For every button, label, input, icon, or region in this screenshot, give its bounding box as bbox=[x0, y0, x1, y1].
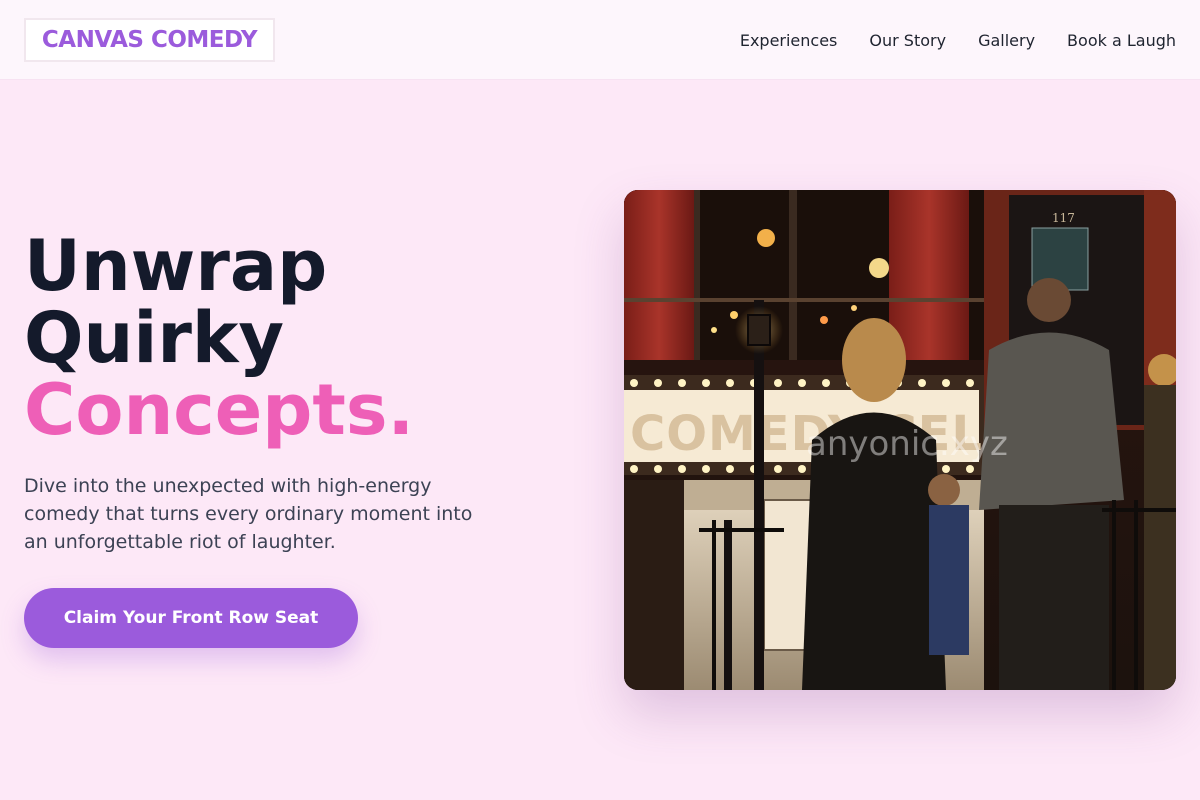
claim-front-row-seat-button[interactable]: Claim Your Front Row Seat bbox=[24, 588, 358, 648]
nav-link-book-a-laugh[interactable]: Book a Laugh bbox=[1067, 31, 1176, 50]
hero-description: Dive into the unexpected with high-energ… bbox=[24, 475, 473, 553]
logo[interactable]: CANVAS COMEDY bbox=[24, 18, 275, 62]
comedy-club-photo: 117 COMEDY CELLAR bbox=[624, 190, 1176, 690]
hero-title-line-2: Quirky bbox=[24, 297, 285, 379]
image-watermark: anyonic.xyz bbox=[806, 424, 1008, 464]
hero-image: 117 COMEDY CELLAR bbox=[624, 190, 1176, 690]
hero-title-accent: Concepts. bbox=[24, 369, 415, 451]
hero-title: Unwrap Quirky Concepts. bbox=[24, 230, 584, 446]
door-number: 117 bbox=[1052, 211, 1075, 225]
site-header: CANVAS COMEDY Experiences Our Story Gall… bbox=[0, 0, 1200, 80]
upper-window bbox=[624, 190, 984, 360]
main-nav: Experiences Our Story Gallery Book a Lau… bbox=[740, 0, 1176, 80]
nav-link-our-story[interactable]: Our Story bbox=[869, 31, 946, 50]
nav-link-experiences[interactable]: Experiences bbox=[740, 31, 838, 50]
nav-link-gallery[interactable]: Gallery bbox=[978, 31, 1035, 50]
hero-title-line-1: Unwrap bbox=[24, 225, 328, 307]
